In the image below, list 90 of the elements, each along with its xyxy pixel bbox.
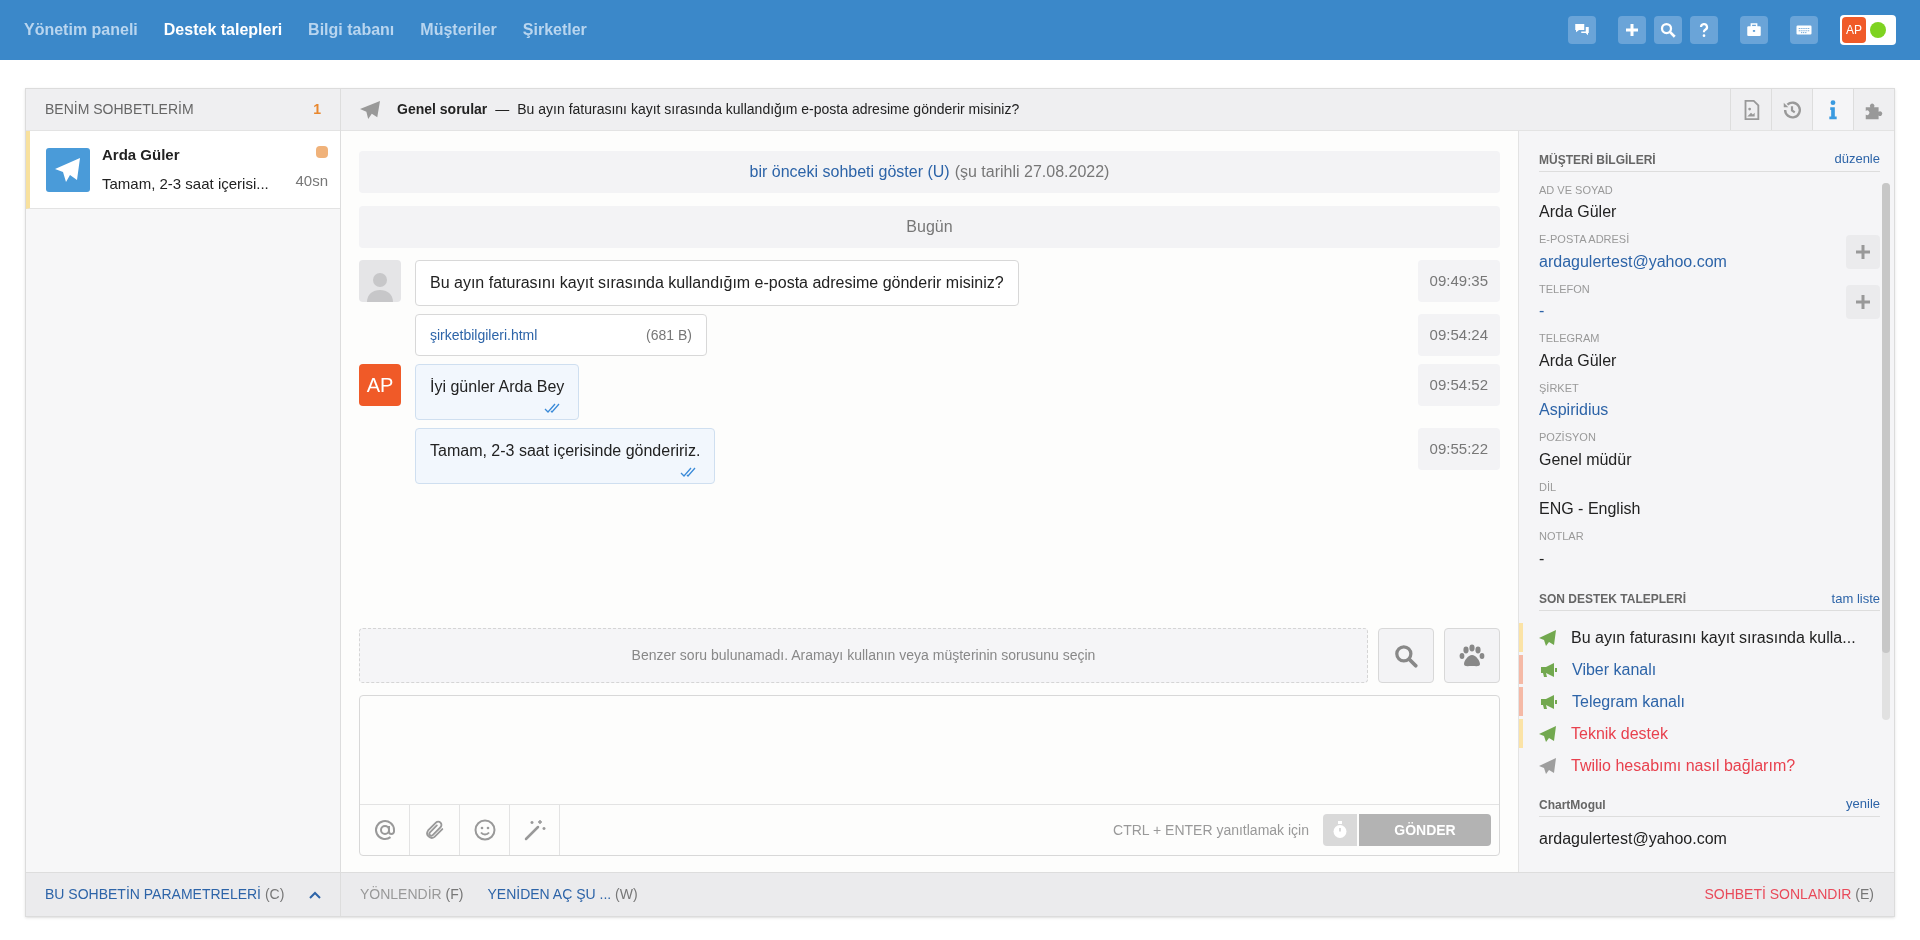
chat-subject: Bu ayın faturasını kayıt sırasında kullandığım e-posta adresime gönderir misiniz? <box>517 100 1020 119</box>
previous-chat-date: (şu tarihli 27.08.2022) <box>954 162 1110 182</box>
chat-count: 1 <box>313 100 321 119</box>
field-value: ENG - English <box>1539 499 1642 519</box>
plus-button[interactable] <box>1618 16 1646 44</box>
chat-list-item[interactable]: Arda Güler Tamam, 2-3 saat içerisi... 40sn <box>26 131 340 209</box>
field-link[interactable]: ardagulertest@yahoo.com <box>1539 249 1846 274</box>
chat-category: Genel sorular <box>397 100 488 119</box>
smiley-icon <box>472 818 497 842</box>
panel-tab[interactable] <box>1812 89 1853 130</box>
message-text: Tamam, 2-3 saat içerisinde göndeririz. <box>430 441 701 461</box>
end-chat-button[interactable]: SOHBETİ SONLANDIR (E) <box>1704 884 1874 905</box>
elapsed-time: 40sn <box>295 171 328 192</box>
briefcase-button[interactable] <box>1740 16 1768 44</box>
field-link[interactable]: Aspiridius <box>1539 398 1880 422</box>
chat-parameters-button[interactable]: BU SOHBETİN PARAMETRELERİ (C) <box>45 884 285 905</box>
ticket-title: Viber kanalı <box>1572 659 1657 680</box>
field-label: POZİSYON <box>1539 430 1597 445</box>
history-icon <box>1781 98 1803 121</box>
magic-wand-icon <box>522 818 547 842</box>
recent-ticket[interactable]: Teknik destek <box>1519 719 1880 748</box>
message-text: İyi günler Arda Bey <box>430 377 565 397</box>
field-label: NOTLAR <box>1539 529 1585 544</box>
field-value: Arda Güler <box>1539 202 1618 222</box>
file-size: (681 B) <box>646 325 692 345</box>
section-title: SON DESTEK TALEPLERİ <box>1539 591 1687 608</box>
ticket-title: Telegram kanalı <box>1572 691 1685 712</box>
chevron-up-icon <box>309 890 321 899</box>
user-status-toggle[interactable]: AP <box>1840 15 1896 45</box>
separator: — <box>495 100 510 119</box>
field-value: Arda Güler <box>1539 350 1618 371</box>
chat-bubbles-button[interactable] <box>1568 16 1596 44</box>
refresh-link[interactable]: yenile <box>1846 794 1880 814</box>
add-button[interactable] <box>1846 235 1880 270</box>
field-label: ŞİRKET <box>1539 380 1580 396</box>
person-silhouette-icon <box>359 260 401 302</box>
paperclip-icon <box>423 818 446 842</box>
message-time: 09:55:22 <box>1417 428 1500 470</box>
paw-button[interactable] <box>1444 628 1500 683</box>
contact-name: Arda Güler <box>102 145 181 165</box>
timer-button[interactable] <box>1323 814 1357 846</box>
file-attachment[interactable]: şirketbilgileri.html (681 B) <box>415 314 707 356</box>
section-title: MÜŞTERİ BİLGİLERİ <box>1539 151 1656 169</box>
search-icon <box>1393 642 1419 669</box>
search-icon <box>1659 21 1677 39</box>
recent-ticket[interactable]: Twilio hesabımı nasıl bağlarım? <box>1519 751 1880 780</box>
ticket-title: Twilio hesabımı nasıl bağlarım? <box>1571 755 1796 776</box>
field-label: E-POSTA ADRESİ <box>1539 232 1631 247</box>
full-list-link[interactable]: tam liste <box>1831 588 1880 608</box>
user-avatar: AP <box>1842 17 1866 43</box>
add-button[interactable] <box>1846 284 1880 319</box>
field-label: TELEFON <box>1539 281 1591 297</box>
plus-icon <box>1856 294 1870 309</box>
previous-chat-link[interactable]: bir önceki sohbeti göster (U) <box>749 160 950 184</box>
chat-list-title: BENİM SOHBETLERİM <box>45 100 194 119</box>
field-link[interactable]: - <box>1539 299 1846 323</box>
agent-avatar: AP <box>359 364 401 406</box>
section-title: ChartMogul <box>1539 796 1606 814</box>
briefcase-icon <box>1745 21 1763 39</box>
field-label: DİL <box>1539 479 1558 495</box>
reply-editor[interactable]: CTRL + ENTER yanıtlamak için GÖNDER <box>359 695 1500 856</box>
message-text: Bu ayın faturasını kayıt sırasında kullandığım e-posta adresime gönderir misiniz? <box>430 273 1004 293</box>
search-button[interactable] <box>1378 628 1434 683</box>
nav-link[interactable]: Destek talepleri <box>163 18 283 42</box>
file-link[interactable]: şirketbilgileri.html <box>430 324 538 346</box>
chartmogul-email: ardagulertest@yahoo.com <box>1539 828 1728 849</box>
search-button[interactable] <box>1654 16 1682 44</box>
message-preview: Tamam, 2-3 saat içerisi... <box>102 173 270 194</box>
similar-questions-box: Benzer soru bulunamadı. Aramayı kullanın veya müşterinin sorusunu seçin <box>359 628 1368 683</box>
edit-link[interactable]: düzenle <box>1834 149 1880 169</box>
plus-icon <box>1856 245 1870 260</box>
field-value: Genel müdür <box>1539 449 1633 470</box>
ticket-title: Bu ayın faturasını kayıt sırasında kulla... <box>1571 627 1856 648</box>
message-time: 09:49:35 <box>1417 260 1500 302</box>
question-button[interactable] <box>1690 16 1718 44</box>
paper-plane-icon <box>359 99 381 120</box>
keyboard-button[interactable] <box>1790 16 1818 44</box>
field-value: - <box>1539 548 1546 569</box>
message-time: 09:54:52 <box>1417 364 1500 406</box>
ticket-title: Teknik destek <box>1571 723 1668 744</box>
at-sign-icon <box>372 818 397 842</box>
paper-plane-icon <box>46 147 90 192</box>
message-time: 09:54:24 <box>1417 314 1500 356</box>
paw-icon <box>1458 642 1486 669</box>
plus-icon <box>1623 21 1641 39</box>
send-hint: CTRL + ENTER yanıtlamak için <box>1113 820 1309 840</box>
footer-action[interactable]: YENİDEN AÇ ŞU ... (W) <box>487 884 638 905</box>
stopwatch-icon <box>1332 821 1348 839</box>
field-label: AD VE SOYAD <box>1539 182 1614 198</box>
field-label: TELEGRAM <box>1539 331 1601 346</box>
